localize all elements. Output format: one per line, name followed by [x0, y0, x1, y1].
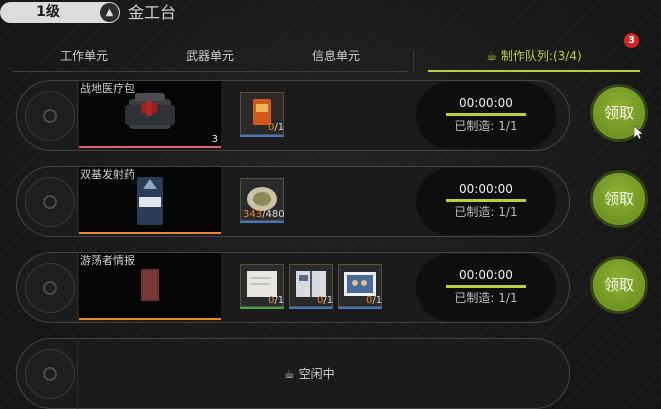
tab-craft-queue[interactable]: ☕ 制作队列:(3/4)	[428, 48, 640, 64]
claim-button[interactable]: 领取	[590, 256, 648, 314]
craft-timer: 00:00:00	[459, 182, 513, 196]
material-bar	[289, 307, 333, 309]
slot-dot-icon	[43, 109, 57, 123]
level-label: 1级	[36, 4, 60, 20]
craft-timer: 00:00:00	[459, 268, 513, 282]
material-count: 0/1	[268, 295, 285, 306]
tabs-divider-line	[12, 71, 408, 72]
slot-dot-icon	[43, 281, 57, 295]
item-name: 双基发射药	[80, 168, 135, 181]
claim-button[interactable]: 领取	[590, 170, 648, 228]
item-name: 战地医疗包	[80, 82, 135, 95]
material-count: 0/1	[268, 122, 285, 133]
station-title: 金工台	[128, 3, 177, 22]
row-divider	[77, 166, 78, 237]
item-name: 游荡者情报	[80, 254, 135, 267]
material-bar	[240, 221, 284, 223]
idle-status: ☕ 空闲中	[284, 366, 335, 382]
item-count: 3	[211, 134, 218, 145]
row-divider	[77, 338, 78, 409]
timer-progress-line	[446, 113, 526, 116]
tab-separator	[413, 50, 414, 70]
coffee-cup-icon: ☕	[284, 367, 295, 381]
material-bar	[240, 307, 284, 309]
craft-timer: 00:00:00	[459, 96, 513, 110]
notification-badge: 3	[624, 33, 639, 48]
material-bar	[338, 307, 382, 309]
crafted-count: 已制造: 1/1	[454, 291, 518, 305]
material-count: 0/1	[366, 295, 383, 306]
timer-progress-line	[446, 199, 526, 202]
tab-weapon-unit[interactable]: 武器单元	[186, 48, 234, 64]
mouse-cursor-icon	[634, 126, 644, 140]
material-bar	[240, 135, 284, 137]
material-count: 0/1	[317, 295, 334, 306]
level-up-icon[interactable]: ▲	[100, 3, 119, 22]
row-divider	[77, 80, 78, 151]
rarity-bar	[79, 146, 221, 148]
idle-label: 空闲中	[298, 367, 335, 381]
rarity-bar	[79, 318, 221, 320]
timer-progress-line	[446, 285, 526, 288]
slot-dot-icon	[43, 195, 57, 209]
tab-info-unit[interactable]: 信息单元	[312, 48, 360, 64]
row-divider	[77, 252, 78, 323]
tab-work-unit[interactable]: 工作单元	[60, 48, 108, 64]
material-count: 343/480	[243, 209, 285, 220]
queue-tab-underline	[428, 70, 640, 72]
craft-queue-label: 制作队列:(3/4)	[500, 49, 582, 63]
crafted-count: 已制造: 1/1	[454, 119, 518, 133]
slot-dot-icon	[43, 367, 57, 381]
rarity-bar	[79, 232, 221, 234]
crafted-count: 已制造: 1/1	[454, 205, 518, 219]
coffee-cup-icon: ☕	[486, 49, 498, 63]
